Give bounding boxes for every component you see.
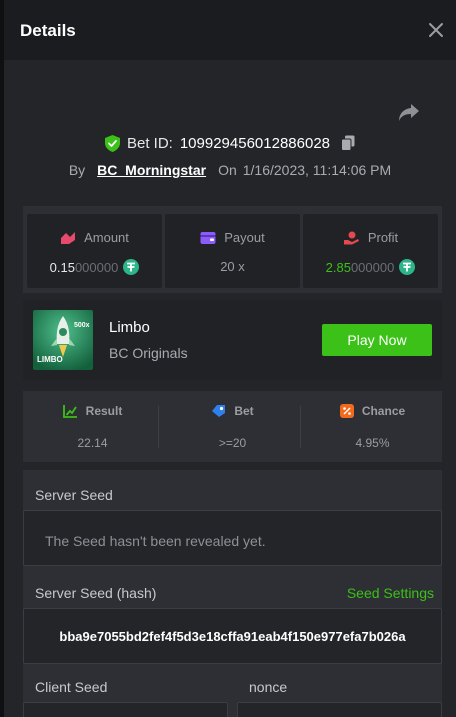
payout-stat: Payout 20 x	[165, 214, 300, 288]
amount-icon	[60, 231, 76, 245]
amount-label: Amount	[84, 230, 129, 245]
nonce-label: nonce	[249, 679, 288, 695]
server-seed-hash-label: Server Seed (hash)	[35, 585, 157, 601]
limbo-game-thumbnail[interactable]: 500x LIMBO	[33, 310, 93, 370]
payout-label: Payout	[224, 230, 265, 245]
bet-tag-icon	[211, 404, 226, 418]
result-chart-icon	[62, 404, 78, 418]
chance-value: 4.95%	[355, 436, 390, 450]
game-provider: BC Originals	[109, 345, 188, 361]
bet-label-row: Bet	[163, 404, 302, 418]
usdt-token-icon	[123, 259, 140, 275]
server-seed-field: The Seed hasn't been revealed yet.	[23, 510, 442, 566]
amount-stat: Amount 0.15 000000	[27, 214, 162, 288]
play-now-button[interactable]: Play Now	[322, 324, 432, 356]
bet-datetime: 1/16/2023, 11:14:06 PM	[242, 162, 392, 178]
payout-label-row: Payout	[165, 230, 300, 245]
server-seed-hash-value: bba9e7055bd2fef4f5d3e18cffa91eab4f150e97…	[59, 629, 406, 644]
bet-stats-panel: Amount 0.15 000000 Payout 20 x Profit 2.…	[23, 206, 442, 293]
server-seed-unrevealed: The Seed hasn't been revealed yet.	[45, 533, 266, 549]
divider	[158, 406, 159, 448]
wallet-icon	[200, 231, 216, 245]
on-label: On	[218, 162, 237, 178]
client-seed-field[interactable]	[23, 702, 228, 717]
username-link[interactable]: BC_Morningstar	[97, 162, 206, 178]
profit-value: 2.85 000000	[303, 259, 438, 275]
amount-value-rest: 000000	[74, 259, 119, 275]
bet-label: Bet	[234, 404, 254, 418]
profit-value-main: 2.85	[325, 259, 351, 275]
seed-settings-link[interactable]: Seed Settings	[347, 585, 434, 601]
profit-label-row: Profit	[303, 230, 438, 245]
usdt-token-icon	[399, 259, 416, 275]
amount-label-row: Amount	[27, 230, 162, 245]
copy-icon[interactable]	[341, 135, 355, 151]
chance-col: Chance 4.95%	[303, 391, 442, 462]
seed-section: Server Seed The Seed hasn't been reveale…	[23, 470, 442, 717]
by-label: By	[68, 162, 86, 178]
client-seed-label: Client Seed	[35, 679, 108, 695]
percent-icon	[339, 404, 354, 418]
bet-meta-line: By BC_Morningstar On 1/16/2023, 11:14:06…	[4, 160, 456, 180]
chance-label: Chance	[361, 404, 406, 418]
bet-id-label: Bet ID:	[126, 134, 173, 152]
bet-id-value: 109929456012886028	[179, 134, 331, 152]
profit-label: Profit	[367, 230, 399, 245]
result-label: Result	[85, 404, 123, 418]
payout-value-text: 20 x	[220, 259, 245, 274]
divider	[300, 406, 301, 448]
profit-stat: Profit 2.85 000000	[303, 214, 438, 288]
nonce-field[interactable]	[237, 702, 442, 717]
server-seed-hash-field[interactable]: bba9e7055bd2fef4f5d3e18cffa91eab4f150e97…	[23, 608, 442, 664]
profit-hand-icon	[343, 231, 360, 245]
bet-details-modal: Details Bet ID: 109929456012886028 By BC…	[4, 0, 456, 717]
bet-col: Bet >=20	[163, 391, 302, 462]
result-value: 22.14	[77, 436, 108, 450]
server-seed-label: Server Seed	[35, 487, 113, 503]
result-label-row: Result	[23, 404, 162, 418]
limbo-result-panel: Result 22.14 Bet >=20 Chance 4.95%	[23, 391, 442, 462]
bet-id-line: Bet ID: 109929456012886028	[4, 133, 456, 153]
amount-value: 0.15 000000	[27, 259, 162, 275]
game-name: Limbo	[109, 319, 150, 336]
modal-title: Details	[20, 21, 76, 40]
result-col: Result 22.14	[23, 391, 162, 462]
profit-value-rest: 000000	[350, 259, 395, 275]
modal-header: Details	[4, 0, 456, 60]
amount-value-main: 0.15	[49, 259, 75, 275]
thumb-logo: LIMBO	[37, 355, 63, 364]
verified-shield-icon	[104, 134, 120, 152]
close-icon[interactable]	[428, 22, 444, 38]
thumb-badge: 500x	[74, 322, 90, 329]
bet-value: >=20	[218, 436, 247, 450]
share-icon[interactable]	[398, 102, 420, 122]
game-panel: 500x LIMBO Limbo BC Originals Play Now	[23, 300, 442, 380]
payout-value: 20 x	[165, 259, 300, 274]
chance-label-row: Chance	[303, 404, 442, 418]
